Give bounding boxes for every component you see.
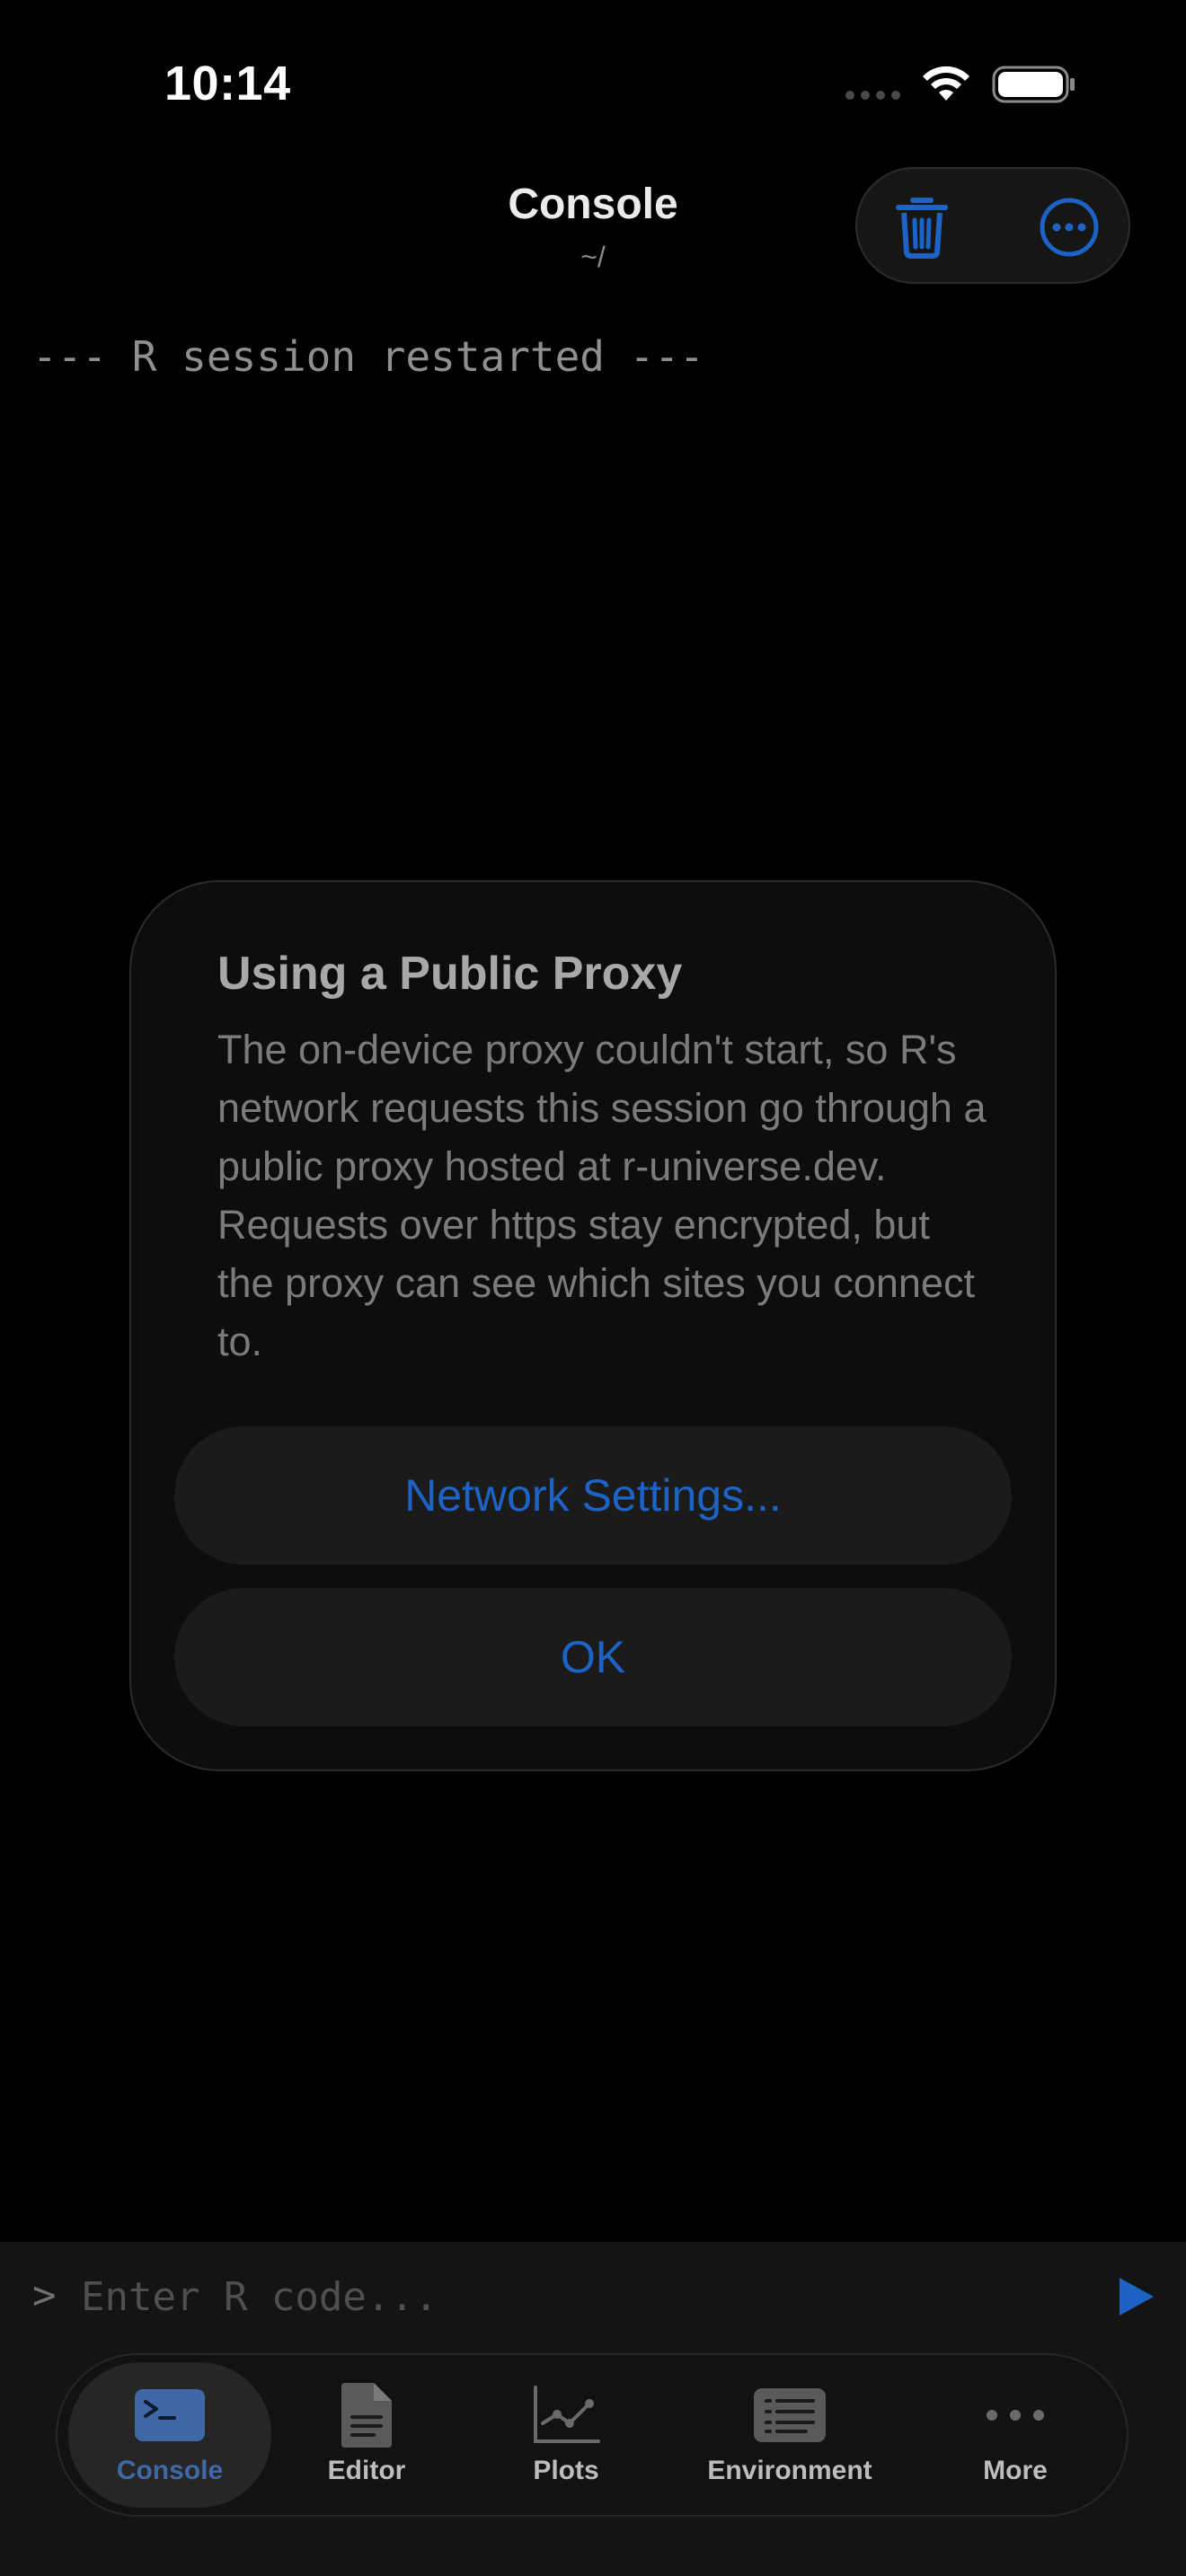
- list-icon: [752, 2382, 828, 2448]
- tab-label: Environment: [707, 2456, 872, 2485]
- terminal-icon: [133, 2382, 207, 2448]
- tab-more[interactable]: More: [943, 2362, 1087, 2508]
- tab-label: Plots: [533, 2456, 599, 2485]
- more-dots-icon: [984, 2382, 1047, 2448]
- tab-environment[interactable]: Environment: [688, 2362, 891, 2508]
- console-output-line: --- R session restarted ---: [32, 332, 704, 381]
- battery-icon: [992, 66, 1075, 103]
- status-time: 10:14: [164, 57, 291, 110]
- tab-editor[interactable]: Editor: [295, 2362, 438, 2508]
- alert-title: Using a Public Proxy: [217, 948, 683, 1000]
- cellular-signal-icon: [845, 91, 900, 100]
- console-screen: 10:14 Console ~/ --- R session restarted…: [0, 0, 1186, 2576]
- document-icon: [340, 2382, 394, 2448]
- header-actions: [855, 167, 1130, 284]
- wifi-icon: [923, 66, 969, 101]
- tab-label: Editor: [327, 2456, 406, 2485]
- more-options-button[interactable]: [1035, 193, 1103, 261]
- play-icon: [1120, 2278, 1154, 2316]
- run-button[interactable]: [1112, 2274, 1157, 2319]
- network-settings-button[interactable]: Network Settings...: [174, 1426, 1012, 1565]
- tab-plots[interactable]: Plots: [494, 2362, 638, 2508]
- input-prompt: >: [32, 2272, 57, 2318]
- r-code-input[interactable]: [81, 2265, 1051, 2328]
- tab-label: Console: [116, 2456, 224, 2485]
- chart-line-icon: [530, 2382, 602, 2448]
- ok-button[interactable]: OK: [174, 1588, 1012, 1726]
- public-proxy-alert: Using a Public Proxy The on-device proxy…: [129, 880, 1057, 1771]
- trash-icon: [896, 198, 948, 259]
- tab-label: More: [983, 2456, 1048, 2485]
- alert-message: The on-device proxy couldn't start, so R…: [217, 1027, 987, 1364]
- status-indicators: [845, 65, 1076, 104]
- clear-console-button[interactable]: [888, 193, 956, 261]
- ellipsis-circle-icon: [1040, 198, 1099, 257]
- tab-console[interactable]: Console: [68, 2362, 271, 2508]
